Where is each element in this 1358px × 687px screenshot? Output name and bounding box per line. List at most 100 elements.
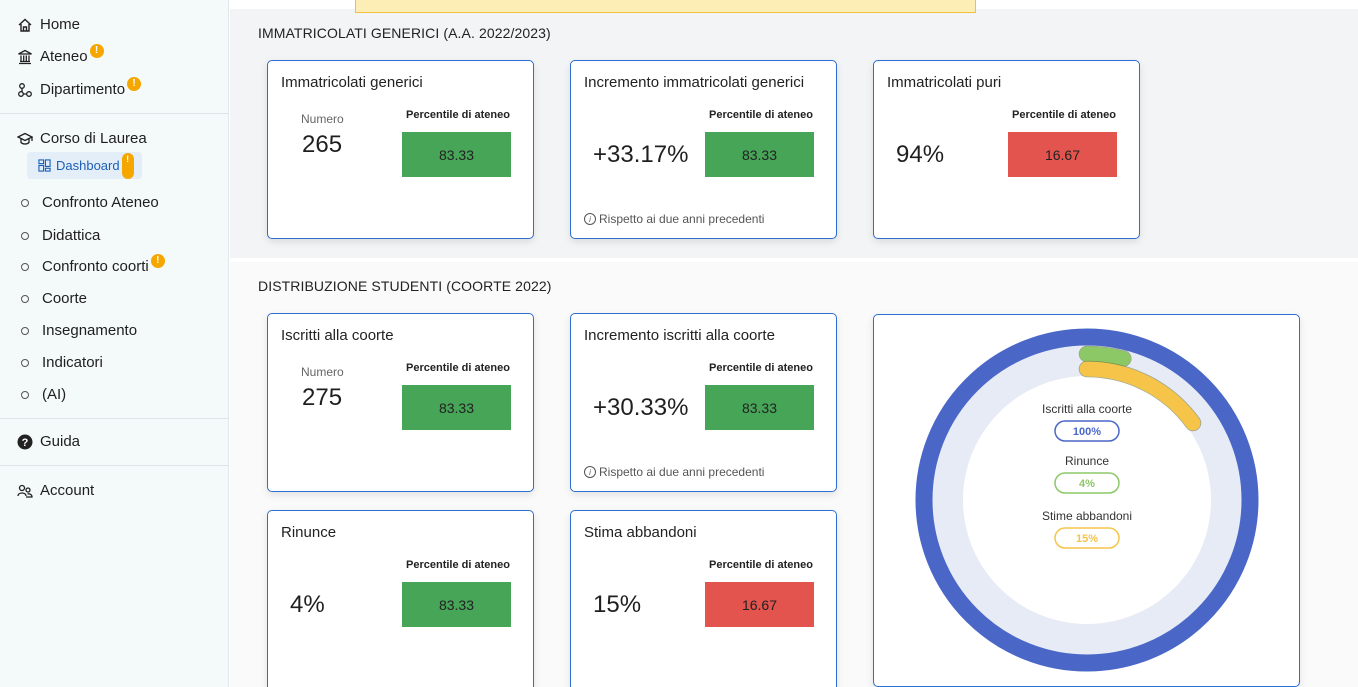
sidebar-item-label: Dipartimento [40,81,126,98]
sidebar-item-ai[interactable]: (AI) [17,386,66,403]
circle-icon [21,390,29,399]
donut-arc [1079,346,1131,367]
legend-label: Iscritti alla coorte [1042,402,1132,416]
warning-badge: ! [89,43,104,58]
metric-value: 4% [290,591,325,618]
legend-value: 15% [1076,533,1098,545]
card-immatricolati-puri: Immatricolati puri 94% Percentile di ate… [873,60,1140,239]
sidebar-item-label: Confronto Ateneo [42,194,159,211]
sidebar-item-dashboard[interactable]: Dashboard ! [27,152,142,179]
info-icon: i [584,466,596,478]
sidebar-item-ateneo[interactable]: Ateneo ! [17,43,104,65]
percentile-label: Percentile di ateneo [406,362,510,374]
sidebar-item-label: Account [40,482,95,499]
sidebar-item-label: Didattica [42,227,101,244]
number-label: Numero [301,112,344,126]
sidebar-item-account[interactable]: Account [17,482,94,499]
percentile-label: Percentile di ateneo [709,109,813,121]
sidebar-item-label: Ateneo [40,48,88,65]
sidebar-item-label: Guida [40,433,81,450]
sidebar-item-label: (AI) [42,386,67,403]
warning-badge: ! [121,152,134,179]
footnote-text: Rispetto ai due anni precedenti [599,465,765,479]
sidebar-item-confronto-ateneo[interactable]: Confronto Ateneo [17,194,159,211]
radial-chart: Iscritti alla coorte 100% Rinunce 4% Stime a… [915,328,1259,672]
donut-chart-card: Iscritti alla coorte 100% Rinunce 4% Stime a… [873,314,1300,687]
number-label: Numero [301,365,344,379]
circle-icon [21,231,29,240]
sidebar-item-didattica[interactable]: Didattica [17,227,100,244]
sidebar-item-label: Confronto coorti [42,258,149,275]
sidebar-item-label: Coorte [42,290,88,307]
footnote-text: Rispetto ai due anni precedenti [599,212,765,226]
percentile-box: 83.33 [402,385,511,430]
percentile-label: Percentile di ateneo [709,362,813,374]
legend-label: Stime abbandoni [1042,509,1132,523]
footnote: i Rispetto ai due anni precedenti [584,212,764,226]
card-title: Rinunce [281,524,337,541]
network-icon [17,82,33,98]
circle-icon [21,358,29,367]
sidebar-item-coorte[interactable]: Coorte [17,290,87,307]
metric-value: +30.33% [593,394,689,421]
card-incremento-immatricolati: Incremento immatricolati generici +33.17… [570,60,837,239]
sidebar-item-guida[interactable]: ? Guida [17,433,80,450]
percentile-label: Percentile di ateneo [406,559,510,571]
metric-value: 15% [593,591,642,618]
circle-icon [21,326,29,335]
info-icon: i [584,213,596,225]
section-title: DISTRIBUZIONE STUDENTI (COORTE 2022) [258,278,552,294]
card-title: Immatricolati puri [887,74,1002,91]
warning-badge: ! [127,76,142,91]
help-icon: ? [17,434,33,450]
percentile-box: 16.67 [705,582,814,627]
card-iscritti-coorte: Iscritti alla coorte Numero 275 Percenti… [267,313,534,492]
section-title: IMMATRICOLATI GENERICI (A.A. 2022/2023) [258,25,551,41]
circle-icon [21,262,29,271]
card-stima-abbandoni: Stima abbandoni 15% Percentile di ateneo… [570,510,837,687]
sidebar-item-corso[interactable]: Corso di Laurea [17,130,147,147]
dashboard-icon [38,159,51,172]
card-title: Incremento immatricolati generici [584,74,805,91]
sidebar-item-label: Corso di Laurea [40,130,147,147]
svg-text:?: ? [22,437,29,449]
percentile-label: Percentile di ateneo [1012,109,1116,121]
percentile-box: 16.67 [1008,132,1117,177]
metric-value: 275 [302,384,343,411]
graduation-cap-icon [17,131,33,147]
percentile-box: 83.33 [705,385,814,430]
sidebar-item-label: Insegnamento [42,322,138,339]
card-immatricolati-generici: Immatricolati generici Numero 265 Percen… [267,60,534,239]
users-icon [17,483,33,499]
legend-value: 4% [1079,478,1095,490]
metric-value: 265 [302,131,343,158]
circle-icon [21,294,29,303]
circle-icon [21,198,29,207]
sidebar-item-label: Indicatori [42,354,103,371]
sidebar-item-confronto-coorti[interactable]: Confronto coorti! [17,253,165,275]
sidebar-item-insegnamento[interactable]: Insegnamento [17,322,137,339]
sidebar-item-home[interactable]: Home [17,16,80,33]
sidebar-item-indicatori[interactable]: Indicatori [17,354,103,371]
sidebar-item-label: Home [40,16,81,33]
card-title: Stima abbandoni [584,524,697,541]
warning-badge: ! [150,253,165,268]
card-title: Immatricolati generici [281,74,423,91]
percentile-box: 83.33 [402,582,511,627]
percentile-box: 83.33 [705,132,814,177]
metric-value: 94% [896,141,945,168]
percentile-label: Percentile di ateneo [406,109,510,121]
sidebar-item-label: Dashboard [56,158,120,173]
sidebar-item-dipartimento[interactable]: Dipartimento ! [17,76,142,98]
card-title: Iscritti alla coorte [281,327,394,344]
legend-label: Rinunce [1065,454,1109,468]
metric-value: +33.17% [593,141,689,168]
divider [0,418,229,419]
legend-value: 100% [1073,426,1101,438]
percentile-label: Percentile di ateneo [709,559,813,571]
footnote: i Rispetto ai due anni precedenti [584,465,764,479]
institution-icon [17,49,33,65]
divider [0,465,229,466]
card-incremento-iscritti: Incremento iscritti alla coorte +30.33% … [570,313,837,492]
notification-banner [355,0,976,13]
